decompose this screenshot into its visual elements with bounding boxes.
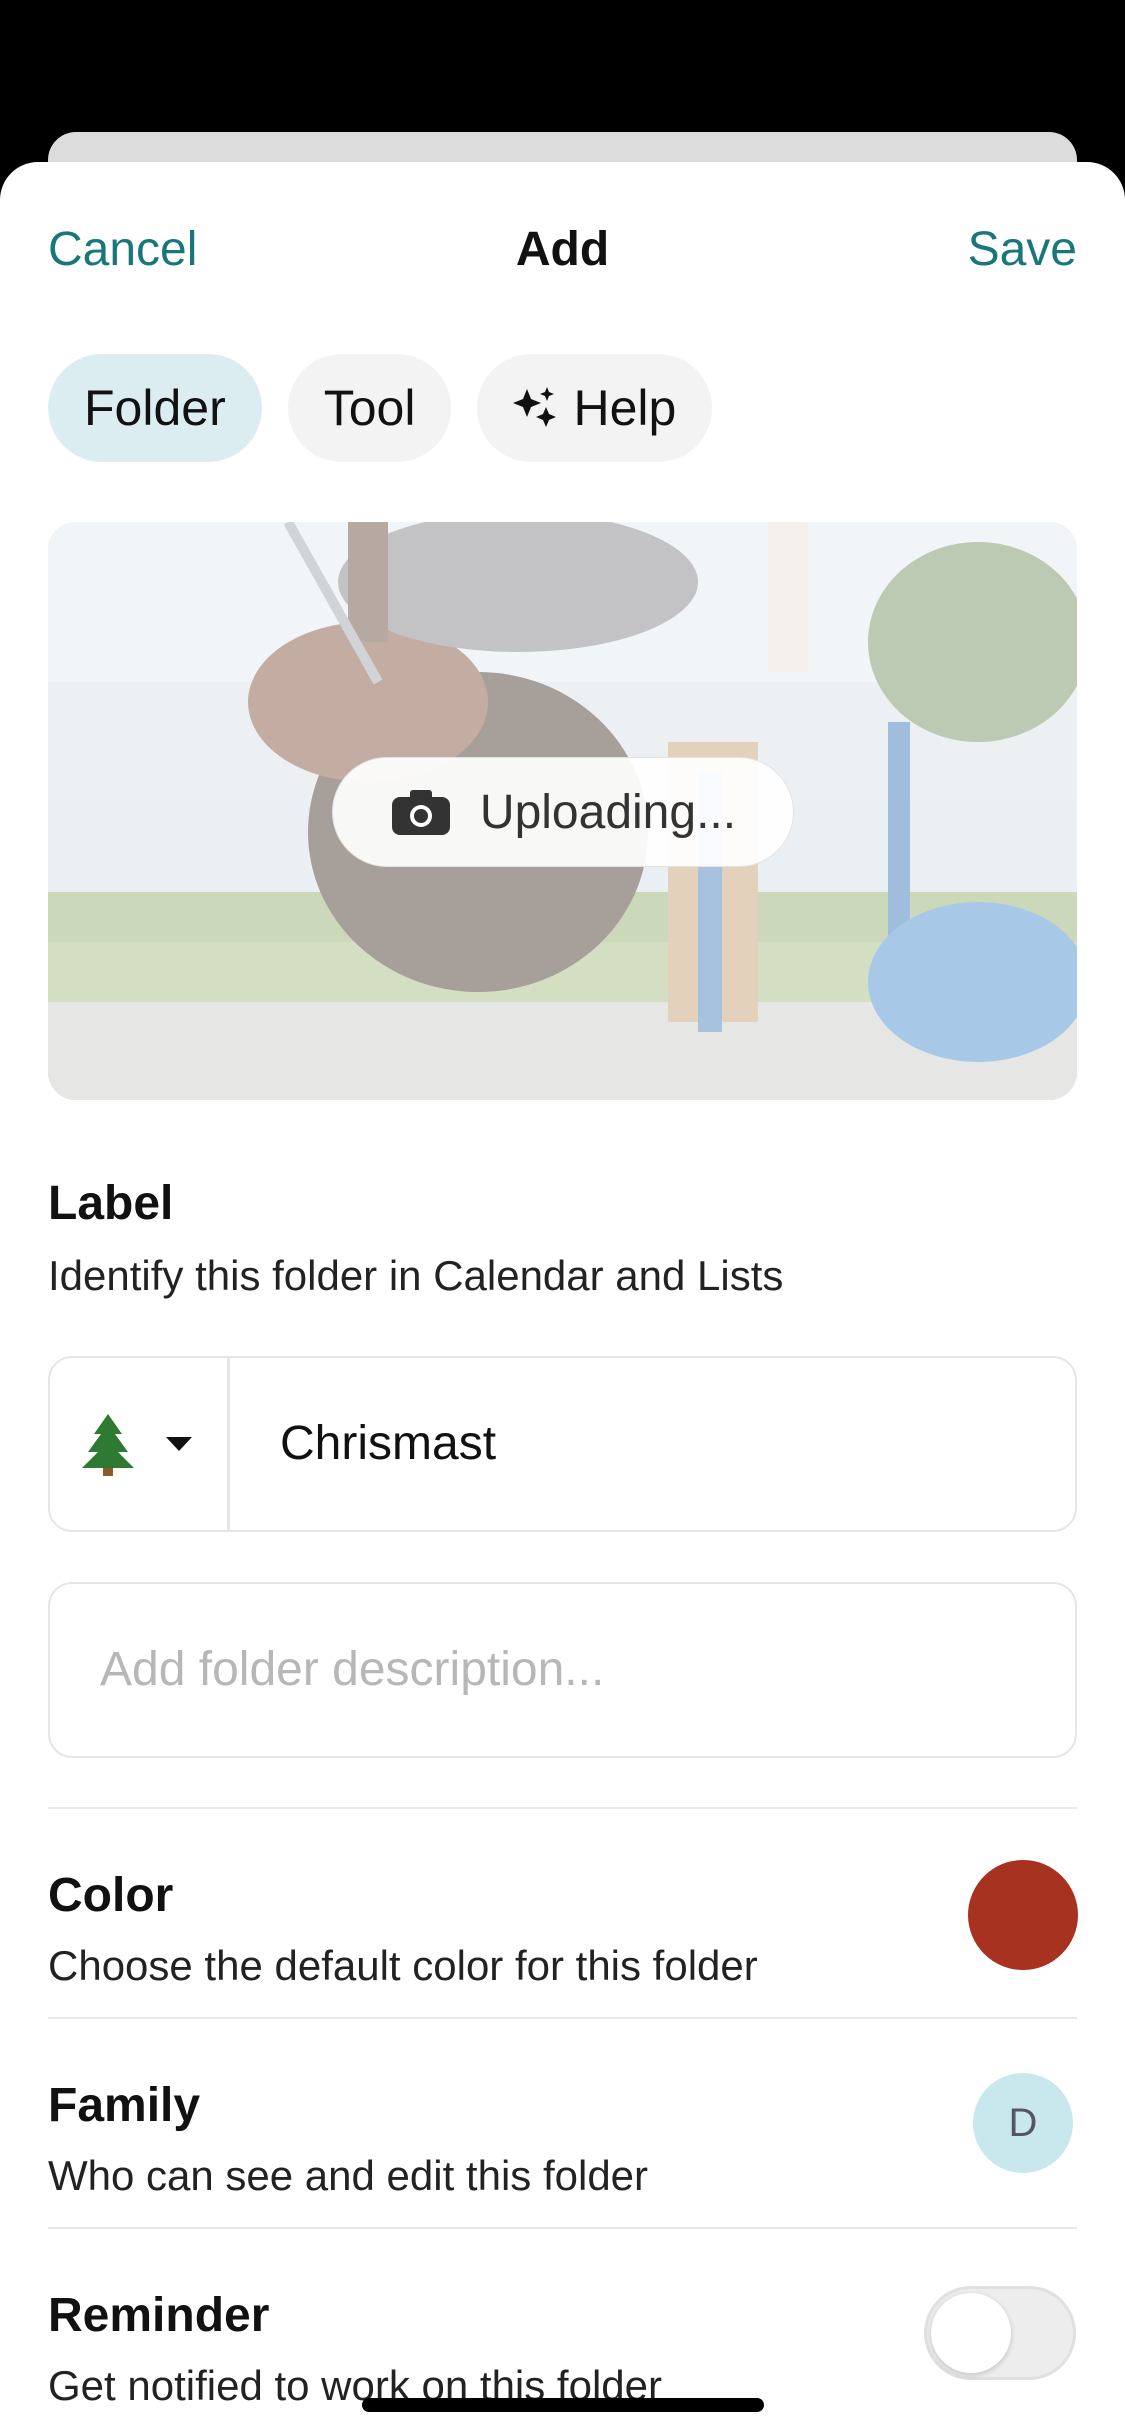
tab-tool[interactable]: Tool bbox=[287, 354, 452, 462]
save-button[interactable]: Save bbox=[968, 222, 1077, 277]
type-tabs: Folder Tool Help bbox=[48, 354, 713, 462]
screen: Add Cancel Save Folder Tool Help Uploadi… bbox=[0, 0, 1125, 2436]
family-title: Family bbox=[48, 2079, 201, 2132]
divider bbox=[48, 2017, 1077, 2019]
emoji-picker[interactable] bbox=[50, 1358, 230, 1530]
tab-tool-label: Tool bbox=[323, 380, 416, 436]
tab-folder[interactable]: Folder bbox=[48, 354, 262, 462]
nav-bar: Add Cancel Save bbox=[0, 162, 1125, 342]
avatar[interactable]: D bbox=[973, 2073, 1073, 2173]
chevron-down-icon bbox=[166, 1437, 192, 1451]
upload-status-label: Uploading... bbox=[479, 785, 737, 839]
color-subtitle: Choose the default color for this folder bbox=[48, 1942, 758, 1989]
label-subtitle: Identify this folder in Calendar and Lis… bbox=[48, 1252, 784, 1299]
reminder-toggle[interactable] bbox=[924, 2286, 1076, 2380]
christmas-tree-icon bbox=[82, 1414, 134, 1476]
cancel-button[interactable]: Cancel bbox=[48, 222, 197, 277]
camera-icon bbox=[391, 790, 450, 835]
color-swatch[interactable] bbox=[968, 1860, 1078, 1970]
add-sheet: Add Cancel Save Folder Tool Help Uploadi… bbox=[0, 162, 1125, 2436]
description-input[interactable]: Add folder description... bbox=[48, 1582, 1077, 1758]
label-field: Chrismast bbox=[48, 1356, 1077, 1532]
toggle-knob bbox=[931, 2293, 1011, 2373]
home-indicator bbox=[362, 2398, 764, 2412]
upload-status: Uploading... bbox=[332, 757, 794, 867]
folder-cover-photo[interactable]: Uploading... bbox=[48, 522, 1077, 1100]
tab-help[interactable]: Help bbox=[477, 354, 713, 462]
reminder-title: Reminder bbox=[48, 2289, 270, 2342]
tab-folder-label: Folder bbox=[84, 380, 226, 436]
family-subtitle: Who can see and edit this folder bbox=[48, 2152, 649, 2199]
color-title: Color bbox=[48, 1869, 174, 1922]
divider bbox=[48, 1807, 1077, 1809]
divider bbox=[48, 2227, 1077, 2229]
label-input[interactable]: Chrismast bbox=[280, 1358, 496, 1530]
label-title: Label bbox=[48, 1177, 174, 1230]
tab-help-label: Help bbox=[573, 380, 677, 436]
sparkles-icon bbox=[513, 387, 557, 427]
